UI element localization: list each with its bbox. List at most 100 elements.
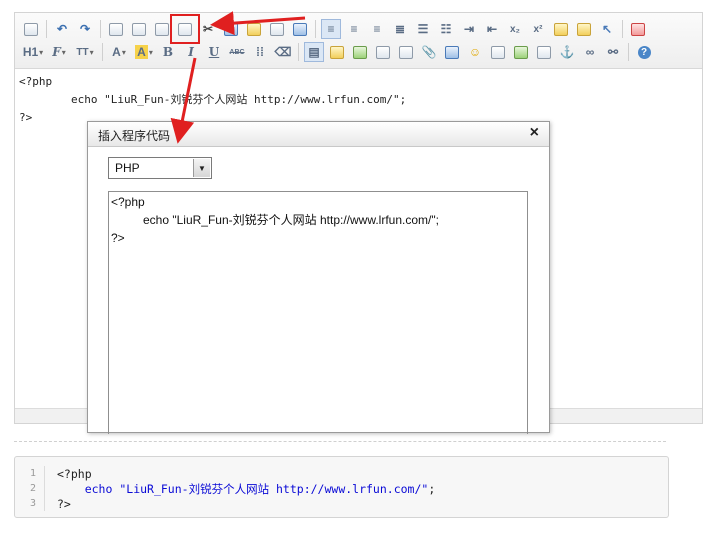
anchor-icon[interactable]: ⚓ bbox=[557, 42, 577, 62]
paste-icon[interactable] bbox=[244, 19, 264, 39]
eraser-icon[interactable]: ⌫ bbox=[273, 42, 293, 62]
editor-toolbar: ↶ ↷ ✂ ≡ ≡ ≡ ≣ ☰ ☷ ⇥ ⇤ x₂ x² ↖ H1 ▾ F ▾ T… bbox=[15, 13, 702, 69]
fore-color-button[interactable]: A ▾ bbox=[108, 42, 130, 62]
justify-icon[interactable]: ≣ bbox=[390, 19, 410, 39]
superscript-icon[interactable]: x² bbox=[528, 19, 548, 39]
heading-label: H1 bbox=[22, 45, 39, 59]
code-line: echo "LiuR_Fun-刘锐芬个人网站 http://www.lrfun.… bbox=[143, 213, 439, 227]
close-icon[interactable]: × bbox=[530, 124, 539, 142]
unordered-list-icon[interactable]: ☷ bbox=[436, 19, 456, 39]
preview-line: 3 ?> bbox=[15, 496, 71, 511]
content-line: echo "LiuR_Fun-刘锐芬个人网站 http://www.lrfun.… bbox=[71, 93, 407, 106]
layout-icon[interactable]: ▤ bbox=[304, 42, 324, 62]
language-value: PHP bbox=[115, 161, 140, 175]
bold-label: B bbox=[162, 45, 174, 59]
align-left-icon[interactable]: ≡ bbox=[321, 19, 341, 39]
chevron-down-icon: ▾ bbox=[148, 47, 153, 57]
image-icon[interactable] bbox=[327, 42, 347, 62]
toolbar-separator bbox=[100, 20, 101, 38]
help-icon[interactable]: ? bbox=[634, 42, 654, 62]
line-number: 2 bbox=[15, 481, 45, 496]
attachment-icon[interactable]: 📎 bbox=[419, 42, 439, 62]
redo-icon[interactable]: ↷ bbox=[75, 19, 95, 39]
toolbar-separator bbox=[46, 20, 47, 38]
table-icon[interactable] bbox=[442, 42, 462, 62]
chevron-down-icon[interactable]: ▼ bbox=[193, 159, 210, 177]
dialog-header: 插入程序代码 × bbox=[88, 122, 549, 147]
audio-icon[interactable] bbox=[396, 42, 416, 62]
font-size-dropdown[interactable]: TT ▾ bbox=[73, 42, 97, 62]
toolbar-separator bbox=[315, 20, 316, 38]
preview-icon[interactable] bbox=[106, 19, 126, 39]
chevron-down-icon: ▾ bbox=[61, 47, 66, 57]
code-line: ?> bbox=[111, 231, 125, 245]
insert-code-icon[interactable] bbox=[170, 14, 200, 44]
outdent-icon[interactable]: ⇤ bbox=[482, 19, 502, 39]
source-icon[interactable] bbox=[21, 19, 41, 39]
chevron-down-icon: ▾ bbox=[39, 47, 44, 57]
toolbar-separator bbox=[298, 43, 299, 61]
size-label: TT bbox=[76, 46, 89, 58]
code-textarea[interactable]: <?php echo "LiuR_Fun-刘锐芬个人网站 http://www.… bbox=[108, 191, 528, 434]
bold-button[interactable]: B bbox=[158, 42, 178, 62]
select-all-icon[interactable] bbox=[574, 19, 594, 39]
heading-dropdown[interactable]: H1 ▾ bbox=[21, 42, 45, 62]
page-break-icon[interactable] bbox=[534, 42, 554, 62]
indent-icon[interactable]: ⇥ bbox=[459, 19, 479, 39]
strike-label: ABC bbox=[229, 48, 245, 56]
back-color-button[interactable]: A ▾ bbox=[133, 42, 155, 62]
underline-button[interactable]: U bbox=[204, 42, 224, 62]
emoticon-icon[interactable]: ☺ bbox=[465, 42, 485, 62]
preview-keyword: echo bbox=[84, 481, 113, 496]
preview-semicolon: ; bbox=[428, 481, 436, 496]
code-preview: 1 <?php 2 echo "LiuR_Fun-刘锐芬个人网站 http://… bbox=[14, 456, 669, 518]
strikethrough-button[interactable]: ABC bbox=[227, 42, 247, 62]
hr-icon[interactable] bbox=[488, 42, 508, 62]
dialog-title: 插入程序代码 bbox=[98, 129, 171, 143]
paste-text-icon[interactable] bbox=[267, 19, 287, 39]
preview-code-line-2: echo "LiuR_Fun-刘锐芬个人网站 http://www.lrfun.… bbox=[45, 481, 436, 497]
fullscreen-icon[interactable] bbox=[628, 19, 648, 39]
paste-word-icon[interactable] bbox=[290, 19, 310, 39]
divider bbox=[14, 441, 666, 442]
ordered-list-icon[interactable]: ☰ bbox=[413, 19, 433, 39]
media-icon[interactable] bbox=[373, 42, 393, 62]
align-center-icon[interactable]: ≡ bbox=[344, 19, 364, 39]
line-number: 1 bbox=[15, 466, 45, 481]
fore-color-label: A bbox=[112, 45, 121, 59]
copy-icon[interactable] bbox=[221, 19, 241, 39]
italic-button[interactable]: I bbox=[181, 42, 201, 62]
link-icon[interactable]: ∞ bbox=[580, 42, 600, 62]
cut-icon[interactable]: ✂ bbox=[198, 19, 218, 39]
toolbar-separator bbox=[622, 20, 623, 38]
template-icon[interactable] bbox=[152, 19, 172, 39]
flash-icon[interactable] bbox=[350, 42, 370, 62]
toolbar-separator bbox=[102, 43, 103, 61]
back-color-label: A bbox=[135, 45, 148, 59]
toolbar-row-2: H1 ▾ F ▾ TT ▾ A ▾ A ▾ B I U ABC ⁞⁞ ⌫ ▤ 📎 ☺ ⚓ bbox=[21, 41, 657, 63]
preview-line: 1 <?php bbox=[15, 466, 92, 481]
language-select[interactable]: PHP ▼ bbox=[108, 157, 212, 179]
print-icon[interactable] bbox=[129, 19, 149, 39]
underline-label: U bbox=[208, 45, 220, 59]
chevron-down-icon: ▾ bbox=[121, 47, 126, 57]
special-chars-icon[interactable]: ⁞⁞ bbox=[250, 42, 270, 62]
preview-line: 2 echo "LiuR_Fun-刘锐芬个人网站 http://www.lrfu… bbox=[15, 481, 435, 496]
undo-icon[interactable]: ↶ bbox=[52, 19, 72, 39]
subscript-icon[interactable]: x₂ bbox=[505, 19, 525, 39]
italic-label: I bbox=[188, 45, 194, 59]
font-family-dropdown[interactable]: F ▾ bbox=[48, 42, 70, 62]
toolbar-row-1: ↶ ↷ ✂ ≡ ≡ ≡ ≣ ☰ ☷ ⇥ ⇤ x₂ x² ↖ bbox=[21, 14, 651, 44]
content-line: <?php bbox=[19, 75, 53, 88]
cursor-icon[interactable]: ↖ bbox=[597, 19, 617, 39]
code-line: <?php bbox=[111, 195, 145, 209]
editor-content[interactable]: <?php echo "LiuR_Fun-刘锐芬个人网站 http://www.… bbox=[19, 73, 406, 127]
unlink-icon[interactable]: ⚯ bbox=[603, 42, 623, 62]
picture-icon[interactable] bbox=[511, 42, 531, 62]
line-number: 3 bbox=[15, 496, 45, 511]
clear-format-icon[interactable] bbox=[551, 19, 571, 39]
align-right-icon[interactable]: ≡ bbox=[367, 19, 387, 39]
preview-code: ?> bbox=[57, 496, 71, 511]
insert-code-dialog: 插入程序代码 × PHP ▼ <?php echo "LiuR_Fun-刘锐芬个… bbox=[87, 121, 550, 434]
preview-code: <?php bbox=[57, 466, 92, 481]
